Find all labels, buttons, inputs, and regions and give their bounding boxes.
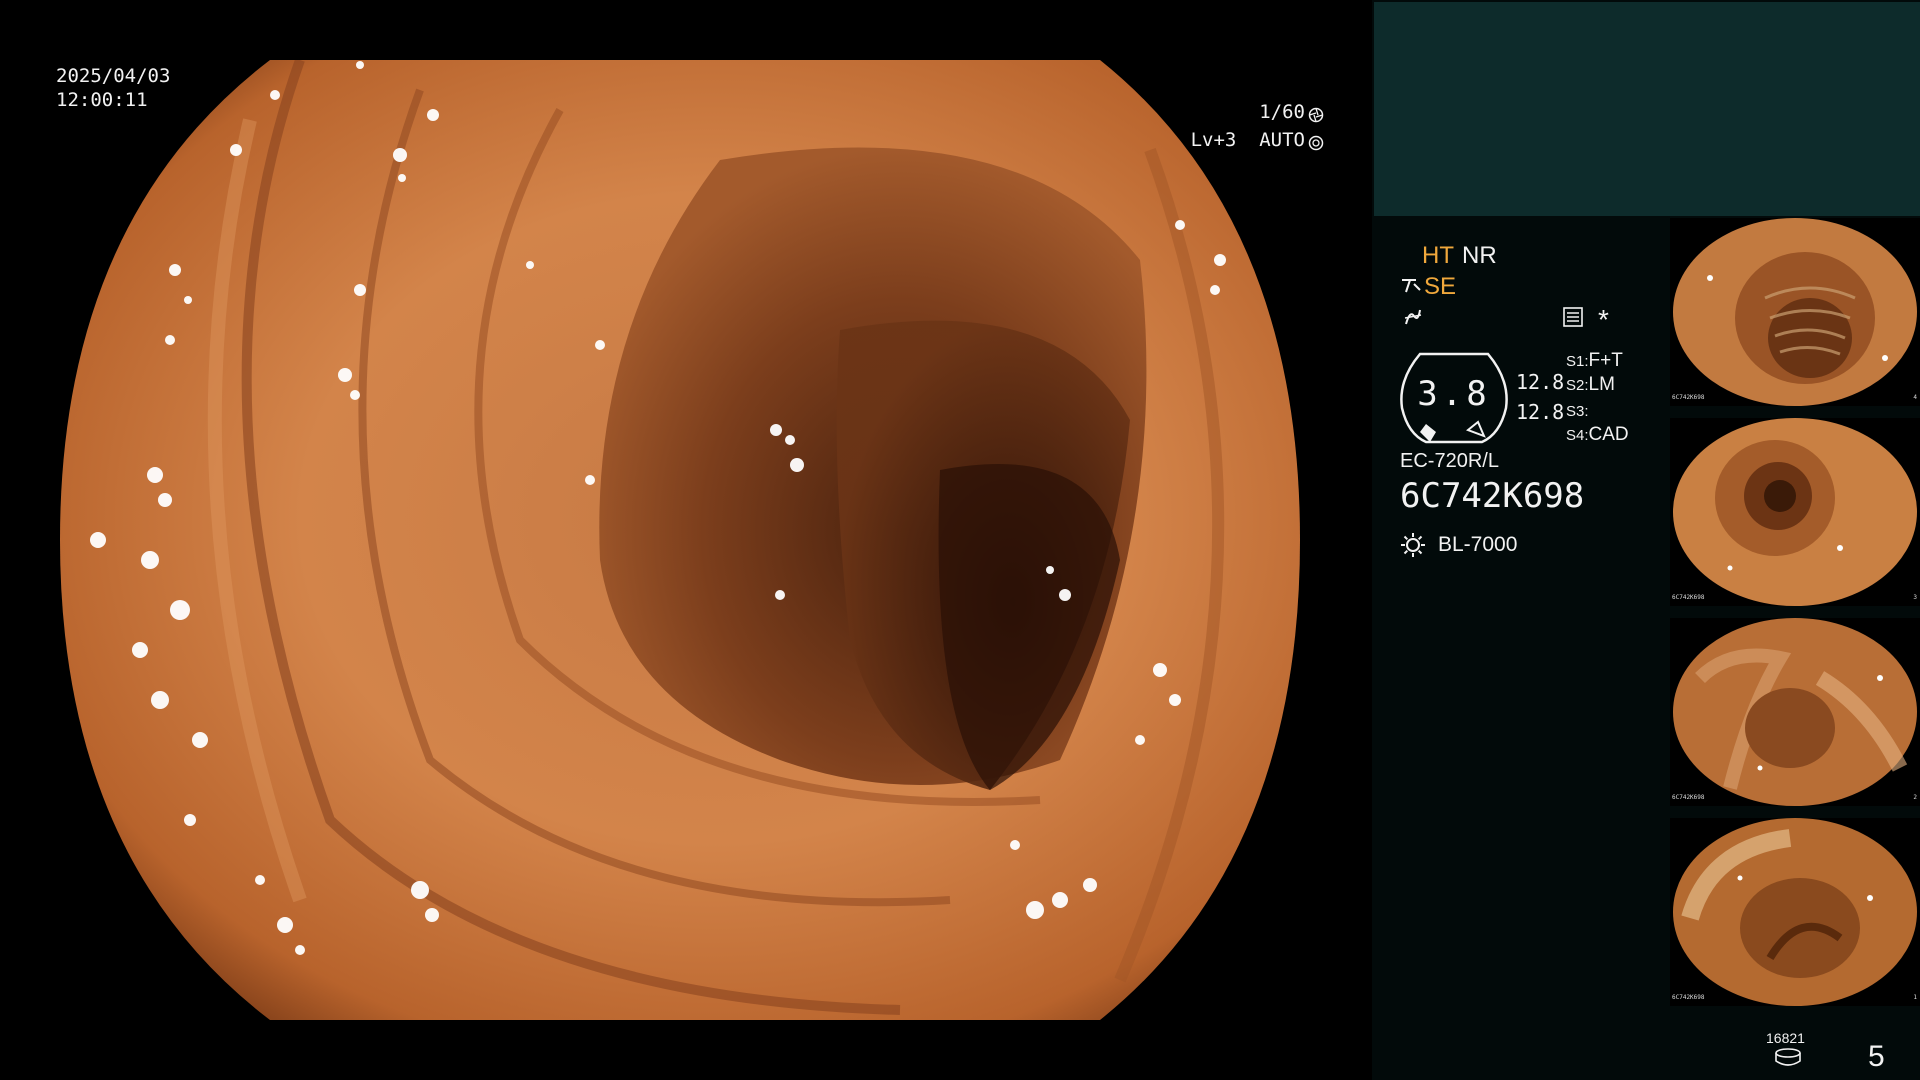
scope-model: EC-720R/L xyxy=(1400,450,1499,472)
switch-s4: S4:CAD xyxy=(1566,424,1629,446)
switch-s2: S2:LM xyxy=(1566,374,1615,396)
switch-key: S2: xyxy=(1566,377,1589,394)
thumbnail-2[interactable]: 6C742K698 2 xyxy=(1670,618,1920,806)
exam-date: 2025/04/03 xyxy=(56,65,171,87)
thumbnail-index: 2 xyxy=(1913,794,1917,801)
shutter-value: 1/60 xyxy=(1259,101,1305,123)
thumbnail-4[interactable]: 6C742K698 4 xyxy=(1670,218,1920,406)
database-icon xyxy=(1774,1048,1802,1071)
scope-tip-icon xyxy=(1400,276,1422,301)
switch-key: S4: xyxy=(1566,427,1589,444)
switch-value: CAD xyxy=(1588,424,1629,445)
switch-key: S3: xyxy=(1566,403,1589,420)
exam-time: 12:00:11 xyxy=(56,89,148,111)
switch-value: LM xyxy=(1588,374,1615,395)
exposure-readout: Lv+3 AUTO xyxy=(1178,128,1324,153)
info-panel: HT NR SE * 3.8 12.8 12.8 S1:F+T S2:LM S3… xyxy=(1372,0,1920,1080)
ht-label: HT xyxy=(1422,242,1454,269)
thumbnail-serial: 6C742K698 xyxy=(1672,994,1705,1001)
record-icon xyxy=(1562,306,1584,333)
asterisk-indicator: * xyxy=(1598,304,1609,335)
thumbnail-image xyxy=(1673,218,1917,406)
aperture-icon xyxy=(1308,105,1324,122)
frame-count: 16821 xyxy=(1766,1030,1805,1046)
switch-s3: S3: xyxy=(1566,400,1589,422)
switch-s1: S1:F+T xyxy=(1566,350,1623,372)
colon-image xyxy=(60,60,1300,1020)
thumbnail-index: 4 xyxy=(1913,394,1917,401)
brightness-gauge: 3.8 xyxy=(1398,350,1510,446)
light-source: BL-7000 xyxy=(1438,533,1518,556)
switch-key: S1: xyxy=(1566,353,1589,370)
image-number: 5 xyxy=(1868,1040,1885,1073)
thumbnail-1[interactable]: 6C742K698 1 xyxy=(1670,818,1920,1006)
gauge-bottom-value: 12.8 xyxy=(1516,400,1565,424)
thumbnail-serial: 6C742K698 xyxy=(1672,394,1705,401)
thumbnail-index: 3 xyxy=(1913,594,1917,601)
gauge-value: 3.8 xyxy=(1417,374,1491,414)
gauge-top-value: 12.8 xyxy=(1516,370,1565,394)
thumbnail-image xyxy=(1673,818,1917,1006)
sun-icon xyxy=(1400,532,1426,563)
nr-label: NR xyxy=(1462,242,1497,269)
shutter-readout: 1/60 xyxy=(1250,100,1324,125)
se-label: SE xyxy=(1424,273,1457,300)
endoscope-view: 2025/04/03 12:00:11 1/60 Lv+3 AUTO xyxy=(0,0,1372,1080)
switch-value: F+T xyxy=(1588,350,1623,371)
thumbnail-serial: 6C742K698 xyxy=(1672,794,1705,801)
thumbnail-index: 1 xyxy=(1913,994,1917,1001)
wave-icon xyxy=(1402,306,1424,333)
exposure-value: Lv+3 AUTO xyxy=(1190,129,1305,151)
exposure-icon xyxy=(1308,133,1324,150)
scope-serial: 6C742K698 xyxy=(1400,476,1585,516)
panel-header-area xyxy=(1374,2,1920,216)
thumbnail-image xyxy=(1673,618,1917,806)
thumbnail-serial: 6C742K698 xyxy=(1672,594,1705,601)
thumbnail-image xyxy=(1673,418,1917,606)
thumbnail-3[interactable]: 6C742K698 3 xyxy=(1670,418,1920,606)
